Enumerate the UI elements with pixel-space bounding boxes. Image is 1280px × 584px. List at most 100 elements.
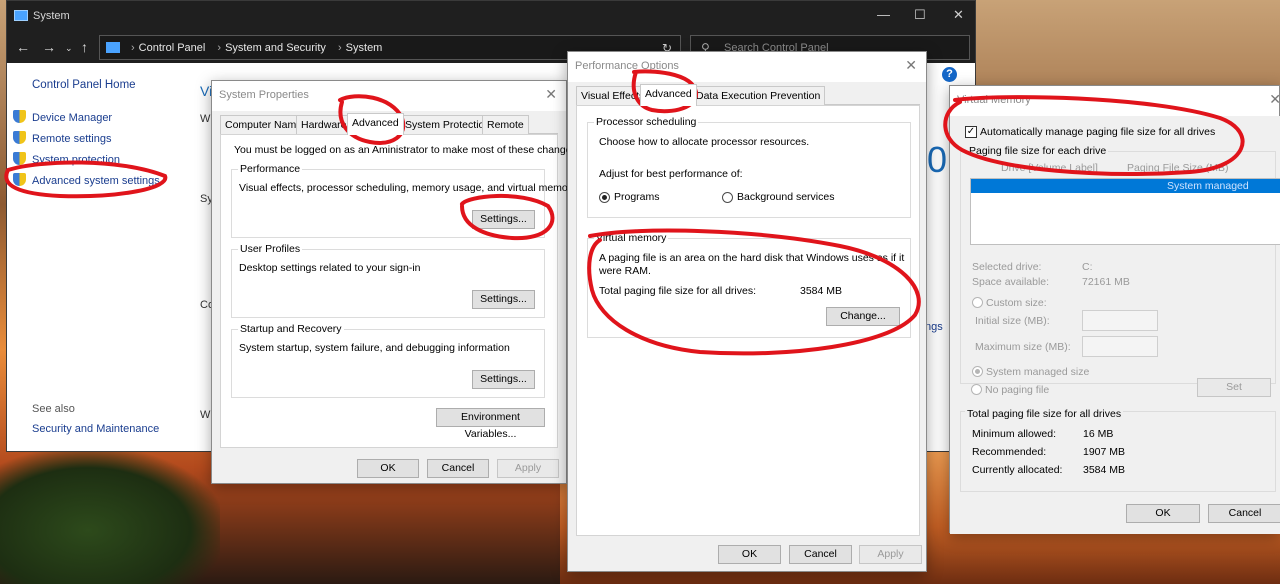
- dialog-title-bar: Performance Options ✕: [568, 52, 926, 82]
- currently-allocated-label: Currently allocated:: [972, 464, 1063, 476]
- group-title: Startup and Recovery: [238, 323, 344, 335]
- tab-remote[interactable]: Remote: [482, 115, 529, 134]
- dialog-title: System Properties: [219, 89, 309, 101]
- close-icon[interactable]: ✕: [1269, 91, 1280, 108]
- user-profiles-settings-button[interactable]: Settings...: [472, 290, 535, 309]
- cancel-button[interactable]: Cancel: [789, 545, 852, 564]
- dialog-title: Virtual Memory: [957, 94, 1031, 106]
- breadcrumb: › Control Panel › System and Security › Sys…: [131, 42, 383, 54]
- apply-button[interactable]: Apply: [859, 545, 922, 564]
- selected-drive-label: Selected drive:: [972, 261, 1042, 273]
- sidebar-item-label: Device Manager: [32, 112, 113, 124]
- no-paging-file-label: No paging file: [985, 384, 1050, 396]
- tab-system-protection[interactable]: System Protection: [400, 115, 496, 134]
- computer-icon: [14, 10, 28, 21]
- security-and-maintenance-link[interactable]: Security and Maintenance: [32, 423, 159, 435]
- tab-panel-advanced: You must be logged on as an Aministrator…: [220, 134, 580, 448]
- group-description: Visual effects, processor scheduling, me…: [239, 182, 577, 194]
- paging-file-group: Paging file size for each drive Drive [V…: [960, 145, 1280, 384]
- close-button[interactable]: ✕: [953, 7, 964, 23]
- initial-size-input[interactable]: [1082, 310, 1158, 331]
- group-description: Choose how to allocate processor resourc…: [599, 136, 810, 148]
- sidebar-item-label: System protection: [32, 154, 121, 166]
- tab-strip: Visual Effects Advanced Data Execution P…: [576, 84, 920, 106]
- sidebar-item-device-manager[interactable]: Device Manager: [13, 110, 112, 124]
- sidebar-item-advanced-system-settings[interactable]: Advanced system settings: [13, 173, 160, 187]
- virtual-memory-group: Virtual memory A paging file is an area …: [587, 232, 911, 338]
- ok-button[interactable]: OK: [357, 459, 419, 478]
- shield-icon: [13, 110, 26, 123]
- ok-button[interactable]: OK: [718, 545, 781, 564]
- environment-variables-button[interactable]: Environment Variables...: [436, 408, 545, 440]
- sidebar-item-system-protection[interactable]: System protection: [13, 152, 120, 166]
- tab-data-execution-prevention[interactable]: Data Execution Prevention: [691, 86, 826, 105]
- tab-hardware[interactable]: Hardware: [296, 115, 352, 134]
- auto-manage-checkbox[interactable]: ✓: [965, 126, 977, 138]
- selected-drive-value: C:: [1082, 261, 1093, 273]
- back-arrow-icon[interactable]: ←: [16, 39, 30, 55]
- total-paging-label: Total paging file size for all drives:: [599, 285, 756, 297]
- system-properties-dialog: System Properties ✕ Computer Name Hardwa…: [211, 80, 580, 484]
- admin-note: You must be logged on as an Aministrator…: [234, 144, 580, 156]
- minimum-allowed-value: 16 MB: [1083, 428, 1114, 440]
- change-button[interactable]: Change...: [826, 307, 900, 326]
- apply-button[interactable]: Apply: [497, 459, 559, 478]
- programs-radio[interactable]: [599, 192, 610, 203]
- total-paging-value: 3584 MB: [800, 285, 843, 297]
- shield-icon: [13, 131, 26, 144]
- user-profiles-group: User Profiles Desktop settings related t…: [231, 243, 545, 318]
- cancel-button[interactable]: Cancel: [427, 459, 489, 478]
- up-arrow-icon[interactable]: ↑: [81, 39, 88, 55]
- custom-size-label: Custom size:: [986, 297, 1047, 309]
- column-header-drive: Drive [Volume Label]: [1001, 162, 1098, 174]
- cancel-button[interactable]: Cancel: [1208, 504, 1280, 523]
- group-title: Total paging file size for all drives: [965, 408, 1124, 420]
- tab-advanced[interactable]: Advanced: [347, 113, 404, 135]
- drive-list[interactable]: System managed: [970, 178, 1280, 245]
- custom-size-radio[interactable]: [972, 297, 983, 308]
- group-title: Processor scheduling: [594, 116, 699, 128]
- tab-visual-effects[interactable]: Visual Effects: [576, 86, 650, 105]
- title-bar: System — ☐ ✕: [7, 1, 975, 31]
- maximize-button[interactable]: ☐: [914, 7, 926, 23]
- forward-arrow-icon[interactable]: →: [42, 39, 56, 55]
- tab-computer-name[interactable]: Computer Name: [220, 115, 308, 134]
- help-icon[interactable]: ?: [942, 67, 957, 82]
- group-title: Virtual memory: [594, 232, 669, 244]
- computer-icon: [106, 42, 120, 53]
- startup-recovery-settings-button[interactable]: Settings...: [472, 370, 535, 389]
- system-managed-radio[interactable]: [972, 366, 983, 377]
- breadcrumb-control-panel[interactable]: Control Panel: [139, 42, 206, 54]
- adjust-label: Adjust for best performance of:: [599, 168, 743, 180]
- change-settings-link-fragment[interactable]: ngs: [925, 321, 943, 333]
- list-item[interactable]: System managed: [971, 179, 1280, 193]
- ok-button[interactable]: OK: [1126, 504, 1200, 523]
- performance-options-dialog: Performance Options ✕ Visual Effects Adv…: [567, 51, 927, 572]
- set-button[interactable]: Set: [1197, 378, 1271, 397]
- maximum-size-input[interactable]: [1082, 336, 1158, 357]
- performance-settings-button[interactable]: Settings...: [472, 210, 535, 229]
- close-icon[interactable]: ✕: [905, 57, 917, 74]
- close-icon[interactable]: ✕: [545, 86, 557, 103]
- dialog-title-bar: System Properties ✕: [212, 81, 566, 111]
- space-available-label: Space available:: [972, 276, 1050, 288]
- system-managed-label: System managed size: [986, 366, 1090, 378]
- sidebar-item-control-panel-home[interactable]: Control Panel Home: [32, 79, 136, 91]
- virtual-memory-dialog: Virtual Memory ✕ ✓ Automatically manage …: [949, 85, 1280, 534]
- column-header-size: Paging File Size (MB): [1127, 162, 1229, 174]
- maximum-size-label: Maximum size (MB):: [975, 341, 1071, 353]
- see-also-heading: See also: [32, 403, 75, 415]
- sidebar-item-label: Advanced system settings: [32, 175, 160, 187]
- background-services-radio[interactable]: [722, 192, 733, 203]
- group-description: Desktop settings related to your sign-in: [239, 262, 421, 274]
- sidebar-item-label: Remote settings: [32, 133, 112, 145]
- breadcrumb-system[interactable]: System: [346, 42, 383, 54]
- minimize-button[interactable]: —: [877, 7, 890, 22]
- breadcrumb-system-and-security[interactable]: System and Security: [225, 42, 326, 54]
- no-paging-file-radio[interactable]: [971, 384, 982, 395]
- tab-advanced[interactable]: Advanced: [640, 84, 697, 106]
- recent-chevron-down-icon[interactable]: ⌄: [65, 43, 73, 54]
- sidebar: Control Panel Home Device Manager Remote…: [7, 63, 197, 453]
- tab-panel-advanced: Processor scheduling Choose how to alloc…: [576, 105, 920, 536]
- sidebar-item-remote-settings[interactable]: Remote settings: [13, 131, 111, 145]
